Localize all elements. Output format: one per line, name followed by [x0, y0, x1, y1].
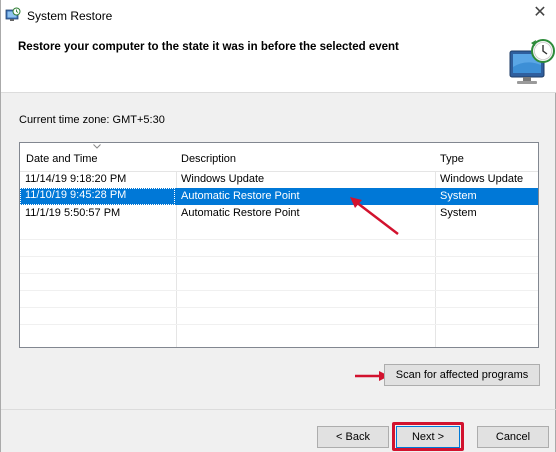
column-header-description[interactable]: Description [181, 153, 236, 165]
row-description: Automatic Restore Point [181, 207, 300, 219]
row-type: System [440, 190, 477, 202]
row-gridline [20, 307, 538, 308]
header-instruction: Restore your computer to the state it wa… [18, 41, 399, 53]
cancel-button[interactable]: Cancel [477, 426, 549, 448]
annotation-arrow-icon [350, 197, 399, 235]
row-description: Windows Update [181, 173, 265, 185]
row-gridline [20, 273, 538, 274]
row-date: 11/14/19 9:18:20 PM [25, 173, 127, 185]
row-gridline [20, 256, 538, 257]
system-restore-window: System Restore ✕ Restore your computer t… [0, 0, 556, 452]
table-row[interactable]: 11/1/19 5:50:57 PM Automatic Restore Poi… [20, 205, 538, 222]
next-button[interactable]: Next > [396, 426, 460, 448]
row-date: 11/1/19 5:50:57 PM [25, 207, 121, 219]
table-row-selected[interactable]: 11/10/19 9:45:28 PM Automatic Restore Po… [20, 188, 538, 205]
column-header-date[interactable]: Date and Time [26, 153, 98, 165]
row-gridline [20, 239, 538, 240]
row-type: System [440, 207, 477, 219]
table-row[interactable]: 11/14/19 9:18:20 PM Windows Update Windo… [20, 171, 538, 188]
timezone-label: Current time zone: GMT+5:30 [19, 114, 165, 126]
scan-affected-programs-button[interactable]: Scan for affected programs [384, 364, 540, 386]
row-gridline [20, 290, 538, 291]
wizard-header: Restore your computer to the state it wa… [1, 31, 556, 93]
row-date: 11/10/19 9:45:28 PM [20, 188, 175, 205]
footer-divider [1, 409, 556, 410]
row-type: Windows Update [440, 173, 524, 185]
row-gridline [20, 324, 538, 325]
sort-chevron-icon [93, 144, 101, 149]
title-bar: System Restore ✕ [1, 0, 556, 31]
restore-points-list[interactable]: Date and Time Description Type 11/14/19 … [19, 142, 539, 348]
list-header: Date and Time Description Type [20, 143, 538, 172]
back-button[interactable]: < Back [317, 426, 389, 448]
system-restore-graphic [509, 39, 555, 84]
row-description: Automatic Restore Point [181, 190, 300, 202]
close-icon[interactable]: ✕ [529, 2, 551, 24]
window-title: System Restore [27, 9, 113, 23]
system-restore-icon [5, 7, 21, 21]
column-header-type[interactable]: Type [440, 153, 464, 165]
